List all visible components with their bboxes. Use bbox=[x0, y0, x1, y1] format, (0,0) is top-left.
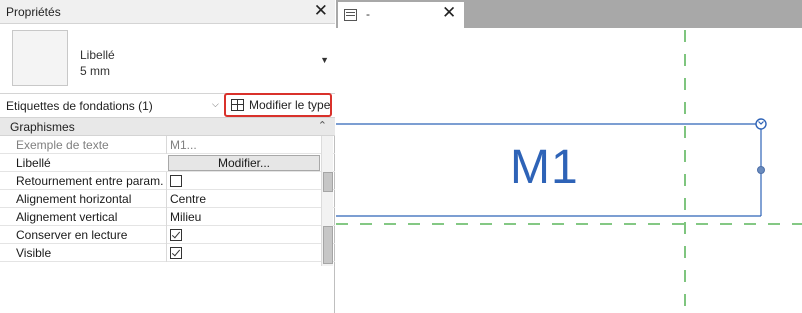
property-label: Libellé bbox=[16, 156, 51, 170]
properties-panel: Propriétés ✕ Libellé 5 mm ▼ Etiquettes d… bbox=[0, 0, 335, 313]
vertical-align-field[interactable]: Milieu bbox=[166, 208, 321, 226]
properties-grid: Exemple de texte M1... Libellé Modifier.… bbox=[0, 136, 335, 262]
property-label: Alignement horizontal bbox=[16, 192, 132, 206]
instance-filter-label: Etiquettes de fondations (1) bbox=[6, 99, 153, 113]
scrollbar-thumb[interactable] bbox=[323, 172, 333, 192]
property-label: Exemple de texte bbox=[16, 138, 109, 152]
close-icon[interactable]: ✕ bbox=[314, 1, 328, 21]
scrollbar-thumb[interactable] bbox=[323, 226, 333, 264]
property-row-horizontal-align: Alignement horizontal Centre bbox=[0, 190, 335, 208]
rotate-handle-icon bbox=[755, 118, 767, 130]
properties-titlebar: Propriétés ✕ bbox=[0, 0, 335, 24]
dropdown-arrow-icon[interactable]: ▼ bbox=[320, 55, 329, 65]
property-label: Alignement vertical bbox=[16, 210, 118, 224]
property-value: M1... bbox=[166, 136, 321, 154]
edit-type-label: Modifier le type bbox=[249, 98, 331, 112]
properties-title: Propriétés bbox=[6, 5, 61, 19]
property-row-visible: Visible bbox=[0, 244, 335, 262]
property-row-keep-readable: Conserver en lecture bbox=[0, 226, 335, 244]
property-row-wrap: Retournement entre param... bbox=[0, 172, 335, 190]
tag-grip-handle bbox=[757, 166, 765, 174]
property-value bbox=[166, 244, 321, 262]
type-size: 5 mm bbox=[80, 64, 110, 78]
edit-type-icon bbox=[231, 99, 244, 111]
chevron-down-icon[interactable]: ⌵ bbox=[212, 99, 219, 110]
property-label: Conserver en lecture bbox=[16, 228, 128, 242]
edit-label-button[interactable]: Modifier... bbox=[168, 155, 320, 171]
horizontal-align-field[interactable]: Centre bbox=[166, 190, 321, 208]
edit-type-button[interactable]: Modifier le type bbox=[224, 93, 332, 117]
drawing-view[interactable]: - ✕ M1 bbox=[336, 0, 802, 313]
properties-scrollbar[interactable] bbox=[321, 136, 333, 266]
tag-text[interactable]: M1 bbox=[510, 140, 579, 195]
property-value bbox=[166, 226, 321, 244]
type-name: Libellé bbox=[80, 48, 115, 62]
property-label: Retournement entre param... bbox=[16, 174, 164, 188]
collapse-icon[interactable]: ⌃ bbox=[318, 119, 327, 132]
property-row-label: Libellé Modifier... bbox=[0, 154, 335, 172]
type-selector[interactable]: Libellé 5 mm ▼ bbox=[0, 24, 335, 94]
visible-checkbox[interactable] bbox=[170, 247, 182, 259]
group-header-label: Graphismes bbox=[10, 120, 75, 134]
property-row-vertical-align: Alignement vertical Milieu bbox=[0, 208, 335, 226]
property-row-sample-text: Exemple de texte M1... bbox=[0, 136, 335, 154]
property-label: Visible bbox=[16, 246, 52, 260]
keep-readable-checkbox[interactable] bbox=[170, 229, 182, 241]
wrap-checkbox[interactable] bbox=[170, 175, 182, 187]
group-header-graphics[interactable]: Graphismes ⌃ bbox=[0, 118, 335, 136]
type-preview-image bbox=[12, 30, 68, 86]
property-value bbox=[166, 172, 321, 190]
